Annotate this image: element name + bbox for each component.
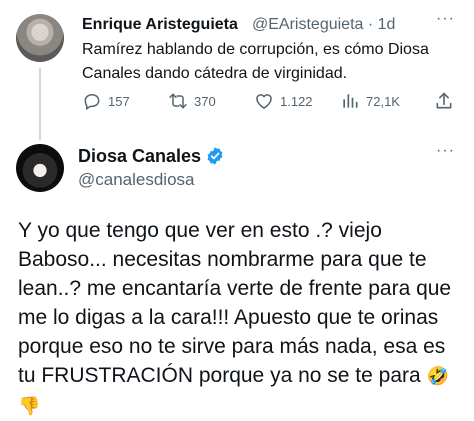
avatar-diosa[interactable] — [16, 144, 64, 192]
like-button[interactable]: 1.122 — [254, 91, 313, 111]
parent-author-name[interactable]: Enrique Aristeguieta — [82, 16, 238, 34]
avatar-enrique[interactable] — [16, 14, 64, 62]
more-icon[interactable]: ··· — [436, 142, 455, 160]
views-count: 72,1K — [366, 93, 400, 109]
reply-text-content: Y yo que tengo que ver en esto .? viejo … — [18, 219, 452, 387]
rofl-emoji: 🤣 — [426, 366, 449, 386]
share-button[interactable] — [434, 91, 460, 111]
thread-line — [39, 68, 41, 140]
parent-action-bar: 157 370 1.122 72,1K — [82, 91, 460, 115]
retweet-button[interactable]: 370 — [168, 91, 216, 111]
share-icon — [436, 92, 452, 109]
views-button[interactable]: 72,1K — [340, 91, 400, 111]
parent-author-handle[interactable]: @EAristeguieta — [252, 16, 363, 33]
parent-author-meta: @EAristeguieta · 1d — [252, 16, 395, 34]
parent-timestamp[interactable]: 1d — [378, 16, 396, 33]
verified-badge-icon — [207, 147, 223, 165]
like-count: 1.122 — [280, 93, 313, 109]
parent-tweet-text: Ramírez hablando de corrupción, es cómo … — [82, 41, 429, 82]
reply-author-name[interactable]: Diosa Canales — [78, 146, 201, 167]
thumbs-down-emoji: 👎 — [18, 396, 41, 416]
views-icon — [343, 94, 358, 108]
reply-button[interactable]: 157 — [82, 91, 130, 111]
retweet-count: 370 — [194, 93, 216, 109]
reply-icon — [84, 93, 100, 111]
reply-count: 157 — [108, 93, 130, 109]
reply-tweet-text: Y yo que tengo que ver en esto .? viejo … — [18, 216, 464, 421]
more-icon[interactable]: ··· — [436, 10, 455, 28]
retweet-icon — [169, 93, 187, 109]
reply-author-handle[interactable]: @canalesdiosa — [78, 170, 195, 190]
meta-separator: · — [367, 16, 374, 33]
like-icon — [256, 94, 272, 109]
